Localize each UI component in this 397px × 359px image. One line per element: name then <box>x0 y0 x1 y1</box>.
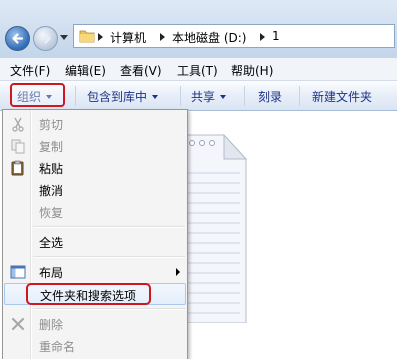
menu-item-copy[interactable]: 复制 <box>4 135 186 157</box>
organize-menu: 剪切 复制 粘贴 撤消 恢复 全选 布局 文件夹和搜索选项 删除 重命名 <box>2 109 188 359</box>
submenu-arrow-icon <box>176 268 180 276</box>
menu-file[interactable]: 文件(F) <box>10 62 50 79</box>
breadcrumb-separator[interactable] <box>260 33 265 41</box>
menu-item-undo[interactable]: 撤消 <box>4 179 186 201</box>
arrow-right-icon <box>39 33 51 44</box>
breadcrumb-separator[interactable] <box>160 33 165 41</box>
toolbar-divider <box>299 86 300 106</box>
chevron-down-icon <box>152 95 159 99</box>
menu-item-delete[interactable]: 删除 <box>4 313 186 335</box>
annotation-highlight-organize <box>10 83 65 107</box>
menu-separator <box>33 226 185 228</box>
menu-item-label: 全选 <box>39 236 64 250</box>
menu-item-paste[interactable]: 粘贴 <box>4 157 186 179</box>
breadcrumb-folder-1[interactable]: 1 <box>272 29 280 43</box>
clipboard-icon <box>11 160 24 176</box>
menu-separator <box>33 308 185 310</box>
scissors-icon <box>12 117 24 132</box>
delete-x-icon <box>11 317 25 331</box>
new-folder-button[interactable]: 新建文件夹 <box>312 88 372 105</box>
back-button[interactable] <box>5 26 30 51</box>
address-bar[interactable]: 计算机 本地磁盘 (D:) 1 <box>73 24 395 48</box>
chevron-down-icon <box>220 95 227 99</box>
menu-item-label: 复制 <box>39 140 64 154</box>
menu-view[interactable]: 查看(V) <box>120 62 162 79</box>
toolbar-divider <box>180 86 181 106</box>
breadcrumb-local-disk[interactable]: 本地磁盘 (D:) <box>172 29 246 46</box>
menu-edit[interactable]: 编辑(E) <box>65 62 106 79</box>
share-button[interactable]: 共享 <box>191 88 227 105</box>
folder-icon <box>79 30 95 43</box>
toolbar-divider <box>244 86 245 106</box>
menu-item-label: 重命名 <box>39 340 76 354</box>
menu-item-layout[interactable]: 布局 <box>4 261 186 283</box>
menu-item-rename[interactable]: 重命名 <box>4 335 186 357</box>
recent-pages-dropdown[interactable] <box>60 35 68 40</box>
breadcrumb-separator[interactable] <box>98 33 103 41</box>
menu-tools[interactable]: 工具(T) <box>177 62 218 79</box>
include-in-library-button[interactable]: 包含到库中 <box>87 88 159 105</box>
menu-help[interactable]: 帮助(H) <box>231 62 273 79</box>
menu-item-label: 删除 <box>39 318 64 332</box>
menu-item-label: 剪切 <box>39 118 64 132</box>
arrow-left-icon <box>12 33 24 44</box>
include-in-library-label: 包含到库中 <box>87 90 148 104</box>
menu-item-label: 粘贴 <box>39 162 64 176</box>
forward-button[interactable] <box>33 26 58 51</box>
menu-item-label: 布局 <box>39 266 64 280</box>
menu-item-select-all[interactable]: 全选 <box>4 231 186 253</box>
breadcrumb-computer[interactable]: 计算机 <box>110 29 146 46</box>
burn-button[interactable]: 刻录 <box>258 88 282 105</box>
menu-separator <box>33 256 185 258</box>
menu-item-redo[interactable]: 恢复 <box>4 201 186 223</box>
copy-icon <box>11 139 25 154</box>
navigation-bar: 计算机 本地磁盘 (D:) 1 <box>0 0 397 58</box>
layout-icon <box>10 265 26 279</box>
menu-item-label: 撤消 <box>39 184 64 198</box>
menu-item-cut[interactable]: 剪切 <box>4 113 186 135</box>
share-label: 共享 <box>191 90 216 104</box>
menu-item-label: 恢复 <box>39 206 64 220</box>
annotation-highlight-folder-options <box>26 283 151 305</box>
toolbar-divider <box>75 86 76 106</box>
menu-bar: 文件(F) 编辑(E) 查看(V) 工具(T) 帮助(H) <box>0 58 397 81</box>
